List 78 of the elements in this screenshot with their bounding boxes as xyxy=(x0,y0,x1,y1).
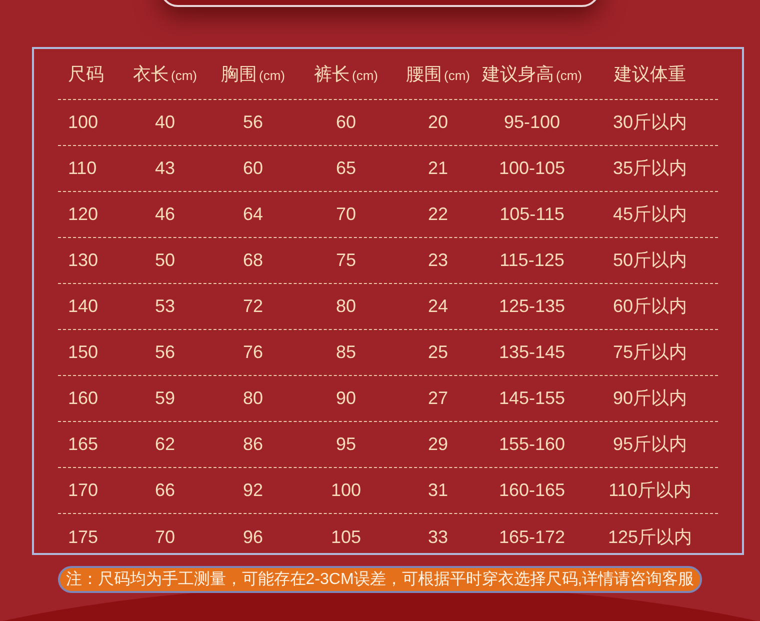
table-cell-text: 145-155 xyxy=(498,387,566,410)
table-cell-text: 53 xyxy=(154,295,176,318)
column-header: 建议身高(cm) xyxy=(482,62,582,86)
table-cell: 175 xyxy=(68,526,98,546)
table-cell-text: 31 xyxy=(428,479,448,502)
table-cell-text: 155-160 xyxy=(498,433,566,456)
column-header: 腰围(cm) xyxy=(406,62,470,86)
table-cell-text: 75斤以内 xyxy=(612,341,688,364)
table-cell-text: 46 xyxy=(154,203,176,226)
column-header: 衣长(cm) xyxy=(133,62,197,86)
table-cell: 150 xyxy=(68,342,98,362)
table-cell-text: 40 xyxy=(154,111,176,134)
table-cell-text: 100-105 xyxy=(498,157,566,180)
table-cell-text: 50斤以内 xyxy=(612,249,688,272)
table-cell: 170 xyxy=(68,480,98,500)
table-cell: 110 xyxy=(68,158,97,178)
table-cell-text: 75 xyxy=(336,249,356,272)
table-cell-text: 68 xyxy=(242,249,264,272)
table-cell-text: 100 xyxy=(330,479,362,502)
column-header: 胸围(cm) xyxy=(221,62,285,86)
column-header: 裤长(cm) xyxy=(314,62,378,86)
table-cell-text: 35斤以内 xyxy=(612,157,688,180)
table-cell-text: 33 xyxy=(428,526,448,548)
column-header: 建议体重 xyxy=(614,62,686,86)
table-cell-text: 85 xyxy=(336,341,356,364)
table-cell-text: 96 xyxy=(242,526,264,548)
table-cell-text: 72 xyxy=(242,295,264,318)
table-cell-text: 92 xyxy=(242,479,264,502)
table-cell-text: 20 xyxy=(428,111,448,134)
table-cell-text: 64 xyxy=(242,203,264,226)
table-cell-text: 45斤以内 xyxy=(612,203,688,226)
table-cell-text: 135-145 xyxy=(498,341,566,364)
table-cell-text: 80 xyxy=(242,387,264,410)
table-cell-text: 29 xyxy=(428,433,448,456)
table-cell-text: 60 xyxy=(336,111,356,134)
table-cell-text: 30斤以内 xyxy=(612,111,688,134)
table-cell-text: 22 xyxy=(428,203,448,226)
table-cell-text: 80 xyxy=(336,295,356,318)
table-cell: 120 xyxy=(68,204,98,224)
table-cell-text: 86 xyxy=(242,433,264,456)
table-cell-text: 105-115 xyxy=(500,203,564,226)
column-header: 尺码 xyxy=(68,64,104,84)
table-cell-text: 23 xyxy=(428,249,448,272)
table-cell-text: 160-165 xyxy=(498,479,566,502)
table-cell-text: 60斤以内 xyxy=(612,295,688,318)
table-cell-text: 115-125 xyxy=(500,249,564,272)
table-cell-text: 21 xyxy=(428,157,448,180)
table-cell-text: 25 xyxy=(428,341,448,364)
table-cell-text: 24 xyxy=(428,295,448,318)
table-cell-text: 43 xyxy=(154,157,176,180)
table-cell-text: 65 xyxy=(336,157,356,180)
table-cell-text: 50 xyxy=(154,249,176,272)
table-cell-text: 105 xyxy=(330,526,362,548)
table-cell-text: 90 xyxy=(336,387,356,410)
table-cell-text: 56 xyxy=(242,111,264,134)
table-cell: 160 xyxy=(68,388,98,408)
table-cell-text: 110斤以内 xyxy=(608,479,692,502)
table-cell-text: 56 xyxy=(154,341,176,364)
table-cell: 165 xyxy=(68,434,98,454)
table-cell-text: 60 xyxy=(242,157,264,180)
table-cell: 100 xyxy=(68,112,98,132)
table-cell-text: 66 xyxy=(154,479,176,502)
table-cell-text: 90斤以内 xyxy=(612,387,688,410)
table-cell-text: 70 xyxy=(154,526,176,548)
table-cell-text: 165-172 xyxy=(498,526,566,548)
table-cell: 140 xyxy=(68,296,98,316)
table-cell-text: 59 xyxy=(154,387,176,410)
table-cell-text: 70 xyxy=(336,203,356,226)
table-cell-text: 95斤以内 xyxy=(612,433,688,456)
note-text: 注：尺码均为手工测量，可能存在2-3CM误差，可根据平时穿衣选择尺码,详情请咨询客服 xyxy=(58,566,702,593)
table-cell-text: 76 xyxy=(242,341,264,364)
table-cell-text: 125-135 xyxy=(498,295,566,318)
table-cell-text: 95-100 xyxy=(504,111,560,134)
table-cell-text: 95 xyxy=(336,433,356,456)
table-cell-text: 125斤以内 xyxy=(608,526,692,548)
table-cell: 130 xyxy=(68,250,98,270)
table-cell-text: 27 xyxy=(428,387,448,410)
table-cell-text: 62 xyxy=(154,433,176,456)
